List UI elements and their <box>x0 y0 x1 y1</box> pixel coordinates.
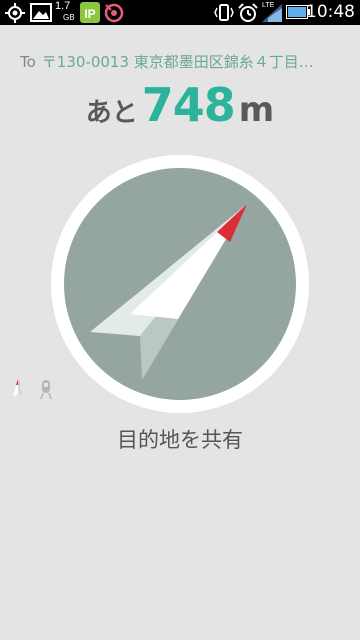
walk-mode-icon[interactable] <box>12 378 24 400</box>
distance-value: 748 <box>141 78 236 132</box>
status-time: 10:48 <box>306 2 355 22</box>
app-notification-icon <box>104 3 124 23</box>
vibrate-icon <box>214 4 234 21</box>
distance-prefix: あと <box>85 98 138 128</box>
destination-address: 〒130-0013 東京都墨田区錦糸４丁目… <box>41 53 314 71</box>
gallery-icon <box>30 3 52 22</box>
signal-icon <box>262 4 282 22</box>
share-destination-button[interactable]: 目的地を共有 <box>0 424 360 454</box>
destination-bar[interactable]: To 〒130-0013 東京都墨田区錦糸４丁目… <box>20 51 350 72</box>
distance-readout: あと748 m <box>0 78 360 132</box>
ip-icon: IP <box>80 2 100 23</box>
compass <box>51 155 309 413</box>
alarm-icon <box>238 3 258 22</box>
svg-text:IP: IP <box>84 7 95 21</box>
destination-prefix: To <box>20 53 36 71</box>
data-usage-value: 1.7 <box>55 0 71 12</box>
data-usage-unit: GB <box>63 13 75 22</box>
transit-mode-icon[interactable] <box>40 378 52 400</box>
distance-unit: m <box>238 90 275 130</box>
gps-icon <box>5 3 25 23</box>
status-bar: 1.7 GB IP LTE 10:48 <box>0 0 360 25</box>
